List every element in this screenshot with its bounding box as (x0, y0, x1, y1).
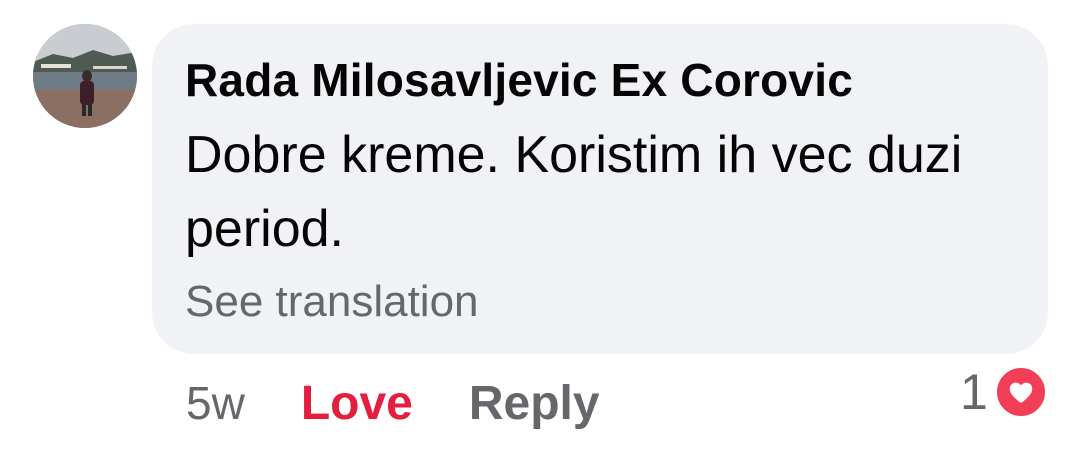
comment-text: Dobre kreme. Koristim ih vec duzi period… (185, 126, 963, 258)
comment-bubble: Rada Milosavljevic Ex Corovic Dobre krem… (152, 24, 1048, 354)
comment-author[interactable]: Rada Milosavljevic Ex Corovic (185, 50, 1018, 110)
reaction-count: 1 (960, 364, 988, 420)
comment-actions: 5w Love Reply (186, 368, 600, 438)
avatar-photo (33, 24, 137, 128)
reply-button[interactable]: Reply (469, 376, 600, 431)
love-button[interactable]: Love (301, 376, 413, 431)
comment: Rada Milosavljevic Ex Corovic Dobre krem… (0, 0, 1080, 449)
see-translation-link[interactable]: See translation (185, 272, 1018, 332)
avatar[interactable] (33, 24, 137, 128)
comment-timestamp[interactable]: 5w (186, 376, 245, 430)
heart-icon (993, 365, 1048, 419)
reaction-summary[interactable]: 1 (960, 360, 1048, 424)
